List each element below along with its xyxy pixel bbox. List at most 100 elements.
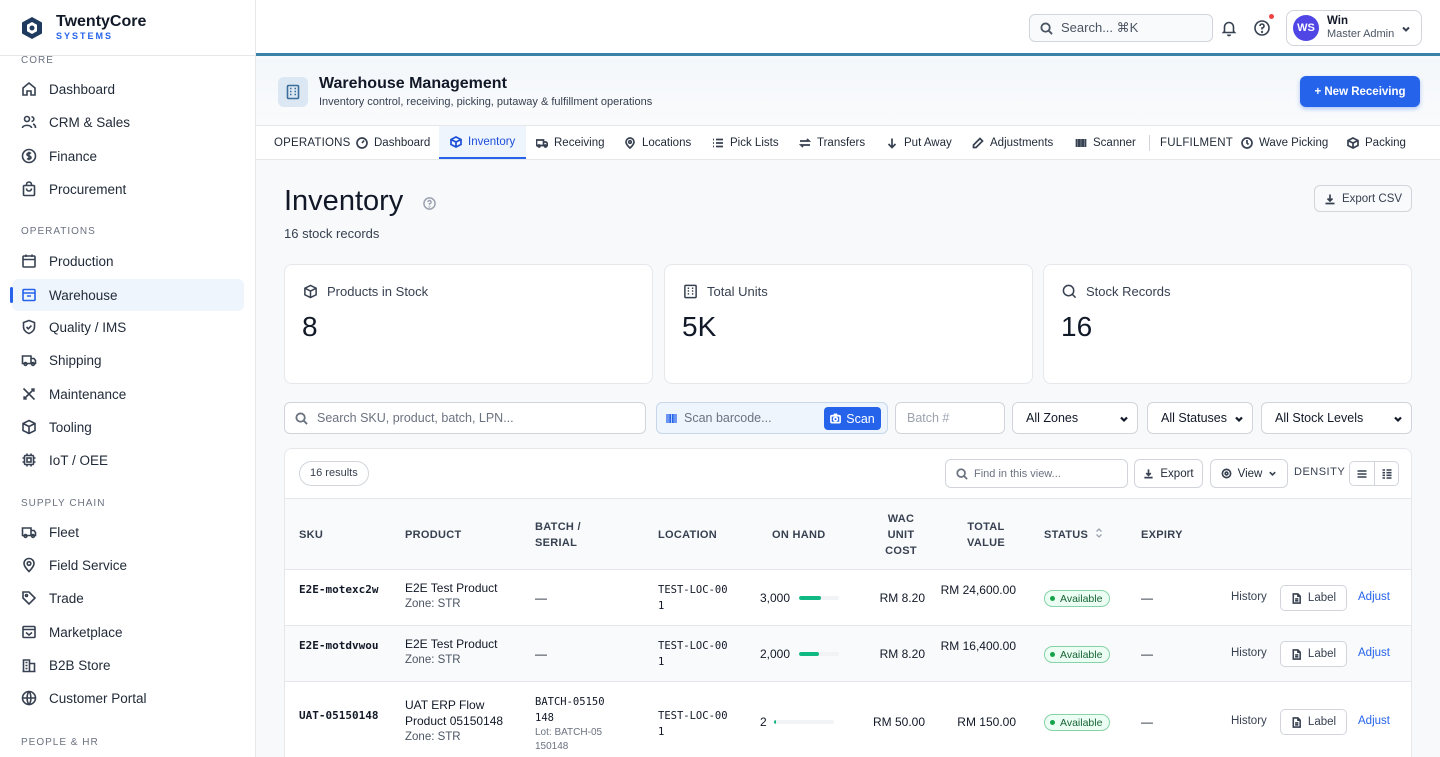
history-button[interactable]: History (1231, 715, 1267, 727)
tab-locations[interactable]: Locations (624, 126, 691, 159)
users-icon (21, 115, 37, 129)
help-icon[interactable] (1253, 19, 1271, 37)
tab-transfers[interactable]: Transfers (799, 126, 865, 159)
col-wac-unit-cost[interactable]: WAC UNIT COST (879, 511, 923, 559)
sidebar-item-marketplace[interactable]: Marketplace (12, 616, 244, 648)
sidebar-item-iot-oee[interactable]: IoT / OEE (12, 444, 244, 476)
tab-adjustments[interactable]: Adjustments (972, 126, 1053, 159)
sidebar-item-crm-sales[interactable]: CRM & Sales (12, 106, 244, 138)
tab-scanner[interactable]: Scanner (1075, 126, 1136, 159)
tab-label: Packing (1365, 136, 1406, 149)
sku-cell[interactable]: UAT-05150148 (299, 708, 379, 724)
batch-cell: — (535, 591, 547, 605)
label-button-text: Label (1307, 592, 1337, 604)
sku-cell[interactable]: E2E-motexc2w (299, 582, 379, 598)
col-on-hand[interactable]: ON HAND (772, 527, 825, 543)
product-zone: Zone: STR (405, 598, 461, 610)
home-icon (22, 81, 36, 96)
col-expiry[interactable]: EXPIRY (1141, 527, 1183, 543)
box-icon (450, 135, 462, 148)
view-menu-button[interactable]: View (1210, 459, 1288, 488)
export-csv-button[interactable]: Export CSV (1314, 185, 1412, 212)
sidebar-item-finance[interactable]: Finance (12, 140, 244, 172)
status-select[interactable]: All Statuses (1147, 402, 1253, 434)
nav-section-people-hr: PEOPLE & HR (21, 737, 99, 748)
col-location[interactable]: LOCATION (658, 527, 717, 543)
density-compact-button[interactable] (1374, 462, 1398, 485)
label-button[interactable]: Label (1280, 709, 1347, 735)
history-button[interactable]: History (1231, 647, 1267, 659)
sidebar-item-fleet[interactable]: Fleet (12, 516, 244, 548)
nav-section-core: CORE (21, 55, 54, 66)
eye-icon (1221, 468, 1232, 479)
tab-dashboard[interactable]: Dashboard (356, 126, 430, 159)
help-icon[interactable] (423, 197, 436, 210)
tab-inventory[interactable]: Inventory (439, 126, 527, 159)
sidebar-item-procurement[interactable]: Procurement (12, 173, 244, 205)
total-value-cell: RM 24,600.00 (940, 583, 1016, 597)
label-button[interactable]: Label (1280, 641, 1347, 667)
tab-label: Put Away (904, 136, 952, 149)
sidebar-item-trade[interactable]: Trade (12, 582, 244, 614)
tab-label: Transfers (817, 136, 866, 149)
adjust-button[interactable]: Adjust (1358, 715, 1390, 727)
sidebar-item-dashboard[interactable]: Dashboard (12, 73, 244, 105)
sidebar-item-production[interactable]: Production (12, 245, 244, 277)
sidebar-item-maintenance[interactable]: Maintenance (12, 378, 244, 410)
warehouse-icon (278, 77, 308, 107)
barcode-icon (666, 414, 677, 423)
table-row[interactable]: E2E-motdvwou E2E Test Product Zone: STR … (285, 626, 1411, 682)
stock-level-select[interactable]: All Stock Levels (1261, 402, 1412, 434)
sidebar-item-customer-portal[interactable]: Customer Portal (12, 682, 244, 714)
table-row[interactable]: UAT-05150148 UAT ERP Flow Product 051501… (285, 682, 1411, 757)
zone-select[interactable]: All Zones (1012, 402, 1138, 434)
user-menu[interactable]: WS Win Master Admin (1286, 10, 1422, 46)
tab-put-away[interactable]: Put Away (886, 126, 952, 159)
sidebar-item-quality-ims[interactable]: Quality / IMS (12, 311, 244, 343)
adjust-button[interactable]: Adjust (1358, 591, 1390, 603)
table-row[interactable]: E2E-motexc2w E2E Test Product Zone: STR … (285, 570, 1411, 626)
barcode-input[interactable]: Scan barcode... (684, 403, 772, 433)
history-button[interactable]: History (1231, 591, 1267, 603)
col-batch-serial[interactable]: BATCH / SERIAL (535, 519, 595, 551)
col-product[interactable]: PRODUCT (405, 527, 462, 543)
sidebar-item-label: IoT / OEE (49, 452, 109, 468)
inventory-search-input[interactable]: Search SKU, product, batch, LPN... (284, 402, 646, 434)
sidebar-item-field-service[interactable]: Field Service (12, 549, 244, 581)
col-status[interactable]: STATUS (1044, 527, 1103, 543)
shield-check-icon (22, 319, 36, 335)
sidebar-item-b2b-store[interactable]: B2B Store (12, 649, 244, 681)
stat-card-products: Products in Stock 8 (284, 264, 653, 384)
file-icon (1292, 648, 1301, 660)
stock-level-fill (799, 596, 821, 600)
tab-label: Scanner (1093, 136, 1136, 149)
tab-receiving[interactable]: Receiving (536, 126, 605, 159)
brand[interactable]: TwentyCore SYSTEMS (0, 0, 255, 56)
find-in-view-input[interactable]: Find in this view... (945, 459, 1128, 488)
density-label: DENSITY (1294, 466, 1346, 478)
scan-button[interactable]: Scan (824, 407, 881, 430)
batch-filter-input[interactable]: Batch # (895, 402, 1005, 434)
sidebar-item-label: Shipping (49, 352, 102, 368)
new-receiving-button[interactable]: + New Receiving (1300, 76, 1420, 107)
density-comfortable-button[interactable] (1350, 462, 1374, 485)
col-total-value[interactable]: TOTAL VALUE (961, 519, 1011, 551)
tag-icon (22, 591, 37, 606)
sidebar-item-label: Tooling (49, 419, 92, 435)
wac-cell: RM 50.00 (872, 715, 925, 729)
sku-cell[interactable]: E2E-motdvwou (299, 638, 379, 654)
tab-wave-picking[interactable]: Wave Picking (1241, 126, 1328, 159)
sidebar-item-warehouse[interactable]: Warehouse (10, 279, 244, 311)
label-button[interactable]: Label (1280, 585, 1347, 611)
sidebar-item-tooling[interactable]: Tooling (12, 411, 244, 443)
col-sku[interactable]: SKU (299, 527, 323, 543)
tab-packing[interactable]: Packing (1347, 126, 1406, 159)
density-toggle (1349, 461, 1399, 486)
location-cell: TEST-LOC-001 (658, 640, 728, 668)
bell-icon[interactable] (1220, 19, 1238, 37)
global-search-input[interactable]: Search... ⌘K (1029, 14, 1213, 42)
sidebar-item-shipping[interactable]: Shipping (12, 344, 244, 376)
tab-pick-lists[interactable]: Pick Lists (712, 126, 779, 159)
adjust-button[interactable]: Adjust (1358, 647, 1390, 659)
export-button[interactable]: Export (1134, 459, 1203, 488)
